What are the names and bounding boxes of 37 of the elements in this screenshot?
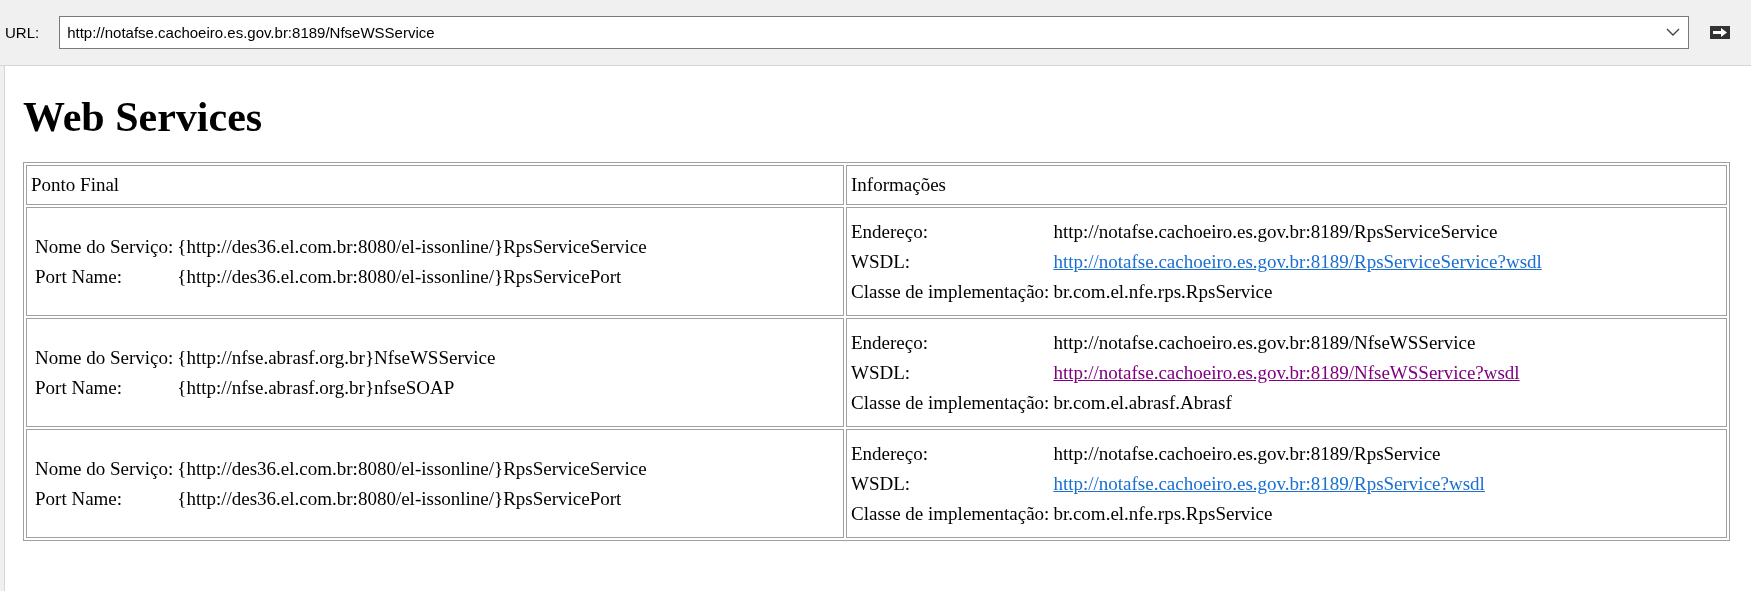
url-label: URL: xyxy=(5,24,40,41)
field-label: Port Name: xyxy=(35,487,124,510)
field-label: Port Name: xyxy=(35,265,124,288)
service-name: {http://des36.el.com.br:8080/el-issonline/}RpsServiceService xyxy=(177,457,648,480)
field-label: Classe de implementação: xyxy=(851,391,1050,414)
port-name: {http://des36.el.com.br:8080/el-issonline/}RpsServicePort xyxy=(177,265,623,288)
column-header: Ponto Final xyxy=(31,174,120,196)
page-heading: Web Services xyxy=(23,93,264,142)
wsdl-link[interactable]: http://notafse.cachoeiro.es.gov.br:8189/NfseWSService?wsdl xyxy=(1053,361,1520,383)
wsdl-link[interactable]: http://notafse.cachoeiro.es.gov.br:8189/RpsService?wsdl xyxy=(1053,472,1485,494)
port-name: {http://des36.el.com.br:8080/el-issonline/}RpsServicePort xyxy=(177,487,623,510)
service-name: {http://des36.el.com.br:8080/el-issonline/}RpsServiceService xyxy=(177,235,648,258)
service-name: {http://nfse.abrasf.org.br}NfseWSService xyxy=(177,346,497,369)
field-label: WSDL: xyxy=(851,472,912,495)
field-label: Endereço: xyxy=(851,442,929,465)
address-text: http://notafse.cachoeiro.es.gov.br:8189/NfseWSService xyxy=(1053,331,1477,354)
field-label: Nome do Serviço: xyxy=(35,235,174,258)
field-label: WSDL: xyxy=(851,361,912,384)
class-name: br.com.el.nfe.rps.RpsService xyxy=(1053,502,1274,525)
chevron-down-icon[interactable] xyxy=(1666,28,1681,37)
field-label: Classe de implementação: xyxy=(851,280,1050,303)
field-label: Classe de implementação: xyxy=(851,502,1050,525)
go-arrow-icon[interactable] xyxy=(1710,26,1731,39)
url-field[interactable]: http://notafse.cachoeiro.es.gov.br:8189/NfseWSService xyxy=(59,16,1690,49)
field-label: WSDL: xyxy=(851,250,912,273)
class-name: br.com.el.nfe.rps.RpsService xyxy=(1053,280,1274,303)
address-text: http://notafse.cachoeiro.es.gov.br:8189/RpsService xyxy=(1053,442,1442,465)
address-text: http://notafse.cachoeiro.es.gov.br:8189/RpsServiceService xyxy=(1053,220,1499,243)
field-label: Nome do Serviço: xyxy=(35,457,174,480)
field-label: Endereço: xyxy=(851,220,929,243)
field-label: Nome do Serviço: xyxy=(35,346,174,369)
field-label: Port Name: xyxy=(35,376,124,399)
port-name: {http://nfse.abrasf.org.br}nfseSOAP xyxy=(177,376,456,399)
wsdl-link[interactable]: http://notafse.cachoeiro.es.gov.br:8189/RpsServiceService?wsdl xyxy=(1053,250,1542,272)
field-label: Endereço: xyxy=(851,331,929,354)
column-header: Informações xyxy=(851,174,946,196)
class-name: br.com.el.abrasf.Abrasf xyxy=(1053,391,1233,414)
